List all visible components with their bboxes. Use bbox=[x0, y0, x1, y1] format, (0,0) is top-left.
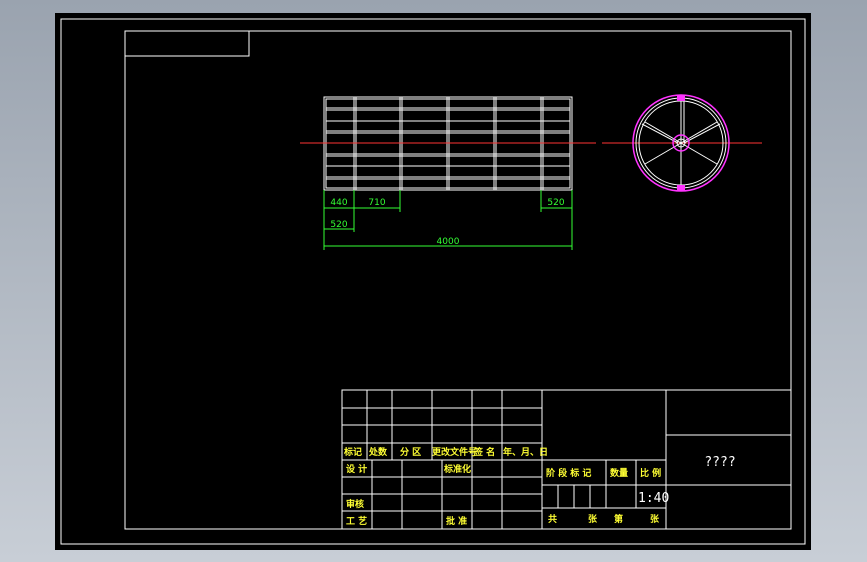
label-change-doc: 更改文件号 bbox=[432, 446, 477, 458]
dim-520-left: 520 bbox=[330, 220, 347, 230]
label-scale: 比 例 bbox=[640, 467, 661, 479]
drawing-name: ???? bbox=[704, 455, 735, 470]
dim-440: 440 bbox=[330, 198, 347, 208]
label-craft: 工 艺 bbox=[346, 515, 367, 527]
label-stage-mark: 阶 段 标 记 bbox=[546, 467, 591, 479]
cad-drawing-sheet: 440 710 520 520 4000 标记 处数 分 区 更改文件号 签 名… bbox=[55, 13, 811, 550]
dim-520-right: 520 bbox=[547, 198, 564, 208]
label-sheet-no: 第 bbox=[614, 513, 623, 525]
label-design: 设 计 bbox=[346, 463, 367, 475]
dim-710: 710 bbox=[368, 198, 385, 208]
label-total: 共 bbox=[548, 513, 557, 525]
label-approve: 批 准 bbox=[446, 515, 467, 527]
label-mark: 标记 bbox=[343, 446, 362, 458]
label-quantity: 数量 bbox=[610, 467, 628, 479]
label-review: 审核 bbox=[346, 498, 364, 510]
label-sheet-unit: 张 bbox=[650, 513, 660, 525]
label-standardize: 标准化 bbox=[443, 463, 471, 475]
label-zone: 分 区 bbox=[400, 446, 421, 458]
paper-background bbox=[55, 13, 811, 550]
scale-value: 1:40 bbox=[638, 491, 669, 506]
label-sheets: 张 bbox=[588, 513, 598, 525]
label-count: 处数 bbox=[368, 446, 388, 458]
label-signature: 签 名 bbox=[473, 446, 495, 458]
dim-4000: 4000 bbox=[437, 237, 460, 247]
label-date: 年、月、日 bbox=[503, 446, 548, 458]
